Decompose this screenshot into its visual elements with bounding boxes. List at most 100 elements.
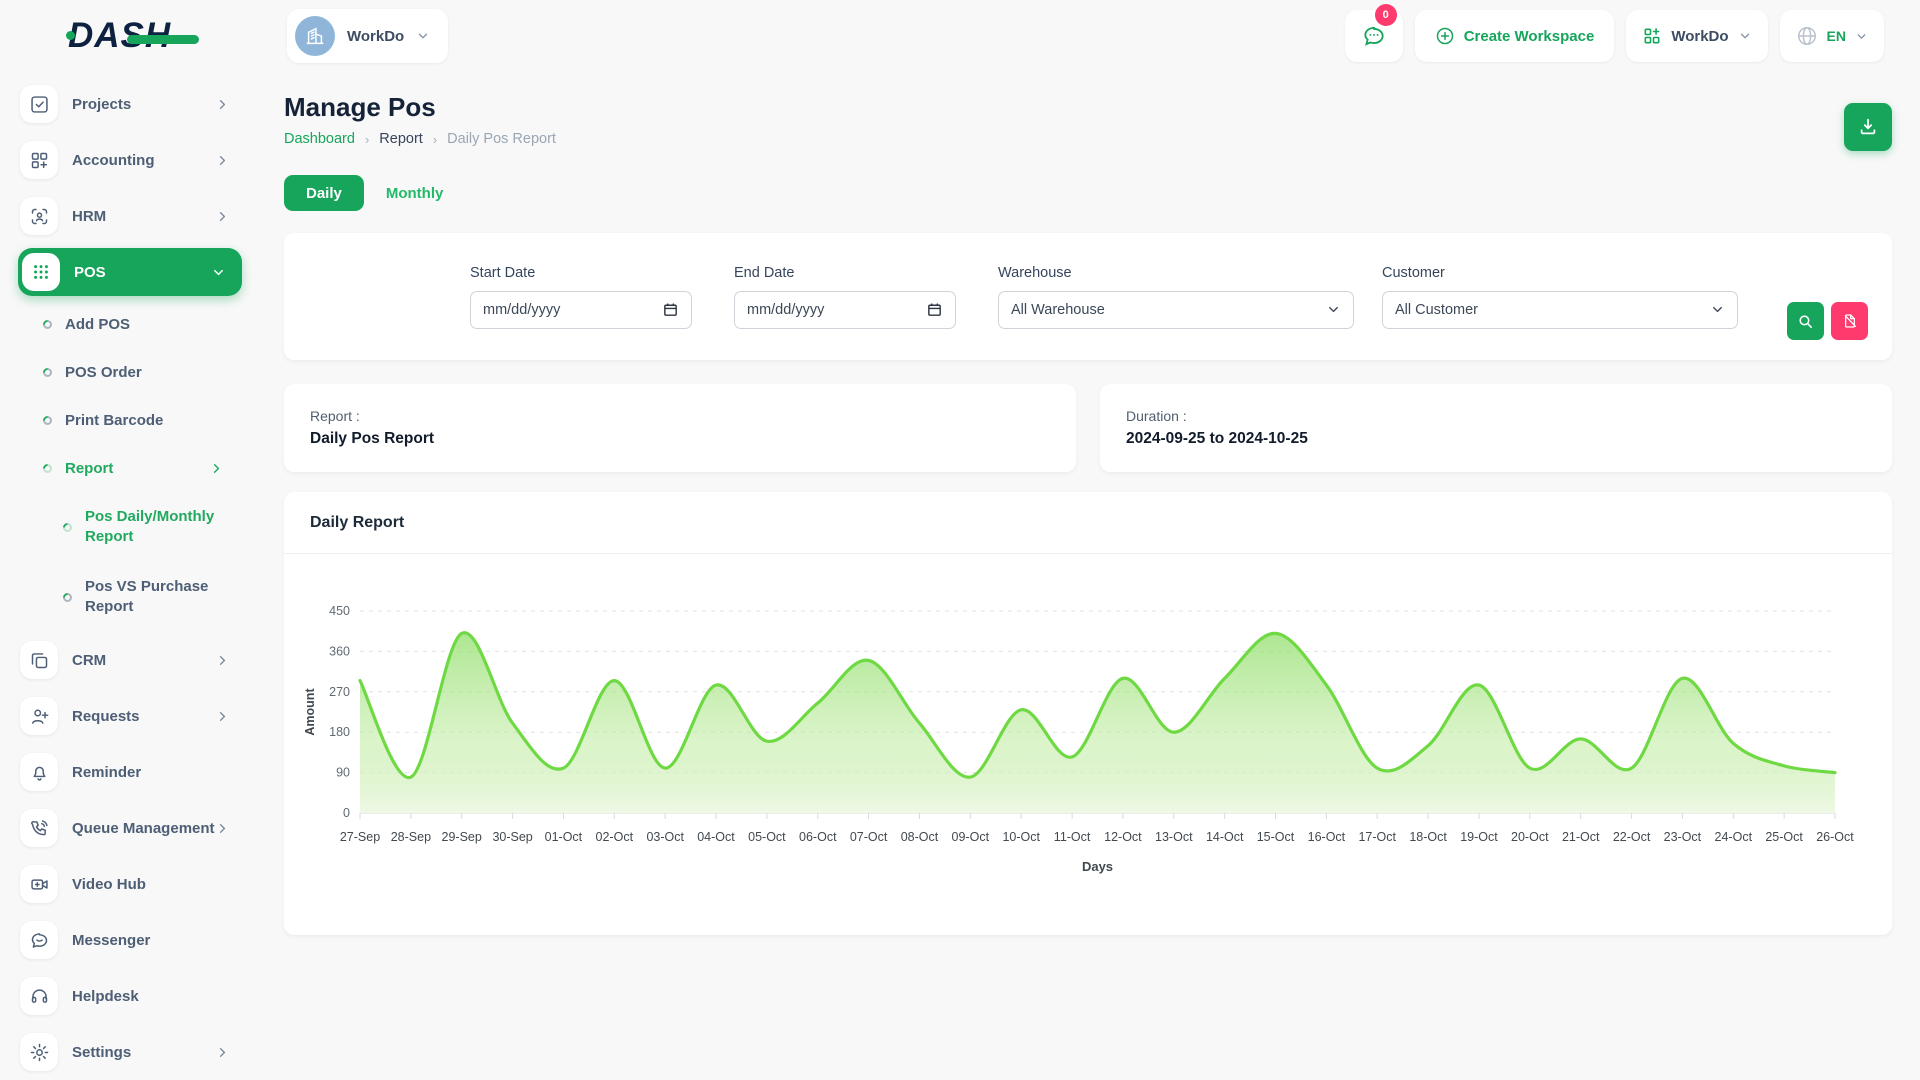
svg-text:360: 360 bbox=[329, 644, 350, 658]
topbar-actions: 0 Create Workspace WorkDo EN bbox=[1345, 10, 1884, 62]
chevron-right-icon bbox=[215, 209, 230, 224]
plus-circle-icon bbox=[1435, 26, 1455, 46]
page-title: Manage Pos bbox=[284, 92, 556, 123]
bell-icon bbox=[20, 753, 58, 791]
svg-text:30-Sep: 30-Sep bbox=[492, 830, 532, 844]
breadcrumb-separator: › bbox=[365, 132, 369, 147]
svg-text:13-Oct: 13-Oct bbox=[1155, 830, 1193, 844]
daily-report-card: Daily Report 09018027036045027-Sep28-Sep… bbox=[284, 492, 1892, 935]
download-icon bbox=[1857, 116, 1879, 138]
daily-report-chart: 09018027036045027-Sep28-Sep29-Sep30-Sep0… bbox=[284, 554, 1892, 914]
sidebar-item-pos-daily-monthly-report[interactable]: Pos Daily/Monthly Report bbox=[0, 492, 260, 562]
svg-text:05-Oct: 05-Oct bbox=[748, 830, 786, 844]
end-date-label: End Date bbox=[734, 265, 956, 281]
chevron-down-icon bbox=[416, 29, 430, 43]
messages-button[interactable]: 0 bbox=[1345, 10, 1403, 62]
svg-text:17-Oct: 17-Oct bbox=[1358, 830, 1396, 844]
sidebar-item-add-pos[interactable]: Add POS bbox=[0, 300, 260, 348]
sidebar-item-hrm[interactable]: HRM bbox=[0, 188, 260, 244]
duration-value: 2024-09-25 to 2024-10-25 bbox=[1126, 430, 1866, 448]
svg-text:29-Sep: 29-Sep bbox=[442, 830, 482, 844]
end-date-input[interactable]: mm/dd/yyyy bbox=[734, 291, 956, 329]
warehouse-select[interactable]: All Warehouse bbox=[998, 291, 1354, 329]
svg-text:09-Oct: 09-Oct bbox=[952, 830, 990, 844]
breadcrumb-report-link[interactable]: Report bbox=[379, 131, 423, 147]
create-workspace-button[interactable]: Create Workspace bbox=[1415, 10, 1615, 62]
sidebar-item-pos-vs-purchase-report[interactable]: Pos VS Purchase Report bbox=[0, 562, 260, 632]
bullet-icon bbox=[41, 414, 54, 427]
warehouse-label: Warehouse bbox=[998, 265, 1354, 281]
sidebar-item-projects[interactable]: Projects bbox=[0, 76, 260, 132]
topbar: DASH WorkDo 0 Create Workspace WorkDo EN bbox=[0, 0, 1920, 72]
svg-text:10-Oct: 10-Oct bbox=[1002, 830, 1040, 844]
chart-title: Daily Report bbox=[310, 514, 404, 532]
svg-text:Days: Days bbox=[1082, 859, 1113, 874]
bullet-icon bbox=[61, 591, 74, 604]
sidebar-item-helpdesk[interactable]: Helpdesk bbox=[0, 968, 260, 1024]
svg-text:0: 0 bbox=[343, 806, 350, 820]
svg-text:18-Oct: 18-Oct bbox=[1409, 830, 1447, 844]
chevron-down-icon bbox=[1710, 302, 1725, 317]
sidebar-item-label: Add POS bbox=[65, 316, 130, 333]
sidebar-item-label: Pos VS Purchase Report bbox=[85, 577, 237, 618]
end-date-placeholder: mm/dd/yyyy bbox=[747, 302, 824, 318]
sidebar-item-print-barcode[interactable]: Print Barcode bbox=[0, 396, 260, 444]
video-camera-icon bbox=[20, 865, 58, 903]
bullet-icon bbox=[61, 521, 74, 534]
sidebar-item-requests[interactable]: Requests bbox=[0, 688, 260, 744]
breadcrumb-dashboard-link[interactable]: Dashboard bbox=[284, 131, 355, 147]
sidebar-item-report[interactable]: Report bbox=[0, 444, 260, 492]
sidebar-item-accounting[interactable]: Accounting bbox=[0, 132, 260, 188]
tab-monthly[interactable]: Monthly bbox=[378, 185, 452, 202]
svg-text:02-Oct: 02-Oct bbox=[596, 830, 634, 844]
chat-bubble-icon bbox=[1361, 23, 1387, 49]
sidebar-item-label: Queue Management bbox=[72, 820, 215, 837]
chevron-down-icon bbox=[1326, 302, 1341, 317]
svg-text:22-Oct: 22-Oct bbox=[1613, 830, 1651, 844]
company-menu-button[interactable]: WorkDo bbox=[1626, 10, 1767, 62]
sidebar-item-label: CRM bbox=[72, 652, 106, 669]
chevron-right-icon bbox=[215, 153, 230, 168]
sidebar-item-pos[interactable]: POS bbox=[18, 248, 242, 296]
bullet-icon bbox=[41, 318, 54, 331]
sidebar-item-reminder[interactable]: Reminder bbox=[0, 744, 260, 800]
download-report-button[interactable] bbox=[1844, 103, 1892, 151]
globe-icon bbox=[1796, 25, 1818, 47]
sidebar-item-queue-management[interactable]: Queue Management bbox=[0, 800, 260, 856]
start-date-input[interactable]: mm/dd/yyyy bbox=[470, 291, 692, 329]
workspace-selector[interactable]: WorkDo bbox=[287, 9, 448, 63]
language-label: EN bbox=[1827, 28, 1846, 44]
svg-text:270: 270 bbox=[329, 685, 350, 699]
grid-plus-icon bbox=[20, 141, 58, 179]
calendar-icon bbox=[926, 301, 943, 318]
search-button[interactable] bbox=[1787, 302, 1824, 340]
duration-summary-card: Duration : 2024-09-25 to 2024-10-25 bbox=[1100, 384, 1892, 472]
report-summary-card: Report : Daily Pos Report bbox=[284, 384, 1076, 472]
grid-plus-icon bbox=[1642, 26, 1662, 46]
svg-text:27-Sep: 27-Sep bbox=[340, 830, 380, 844]
chevron-right-icon bbox=[215, 709, 230, 724]
warehouse-selected-value: All Warehouse bbox=[1011, 302, 1105, 318]
create-workspace-label: Create Workspace bbox=[1464, 28, 1595, 45]
gear-icon bbox=[20, 1033, 58, 1071]
sidebar-item-crm[interactable]: CRM bbox=[0, 632, 260, 688]
customer-select[interactable]: All Customer bbox=[1382, 291, 1738, 329]
chevron-down-icon bbox=[1855, 30, 1868, 43]
sidebar-item-label: Helpdesk bbox=[72, 988, 139, 1005]
chevron-right-icon bbox=[215, 653, 230, 668]
svg-text:Amount: Amount bbox=[303, 688, 317, 736]
svg-text:16-Oct: 16-Oct bbox=[1308, 830, 1346, 844]
reset-filter-button[interactable] bbox=[1831, 302, 1868, 340]
svg-text:08-Oct: 08-Oct bbox=[901, 830, 939, 844]
sidebar-item-settings[interactable]: Settings bbox=[0, 1024, 260, 1080]
headset-icon bbox=[20, 977, 58, 1015]
language-selector[interactable]: EN bbox=[1780, 10, 1884, 62]
sidebar-item-messenger[interactable]: Messenger bbox=[0, 912, 260, 968]
sidebar-item-video-hub[interactable]: Video Hub bbox=[0, 856, 260, 912]
phone-call-icon bbox=[20, 809, 58, 847]
summary-row: Report : Daily Pos Report Duration : 202… bbox=[284, 384, 1892, 472]
svg-text:24-Oct: 24-Oct bbox=[1715, 830, 1753, 844]
tab-daily[interactable]: Daily bbox=[284, 175, 364, 211]
dash-logo[interactable]: DASH bbox=[68, 16, 171, 56]
sidebar-item-pos-order[interactable]: POS Order bbox=[0, 348, 260, 396]
